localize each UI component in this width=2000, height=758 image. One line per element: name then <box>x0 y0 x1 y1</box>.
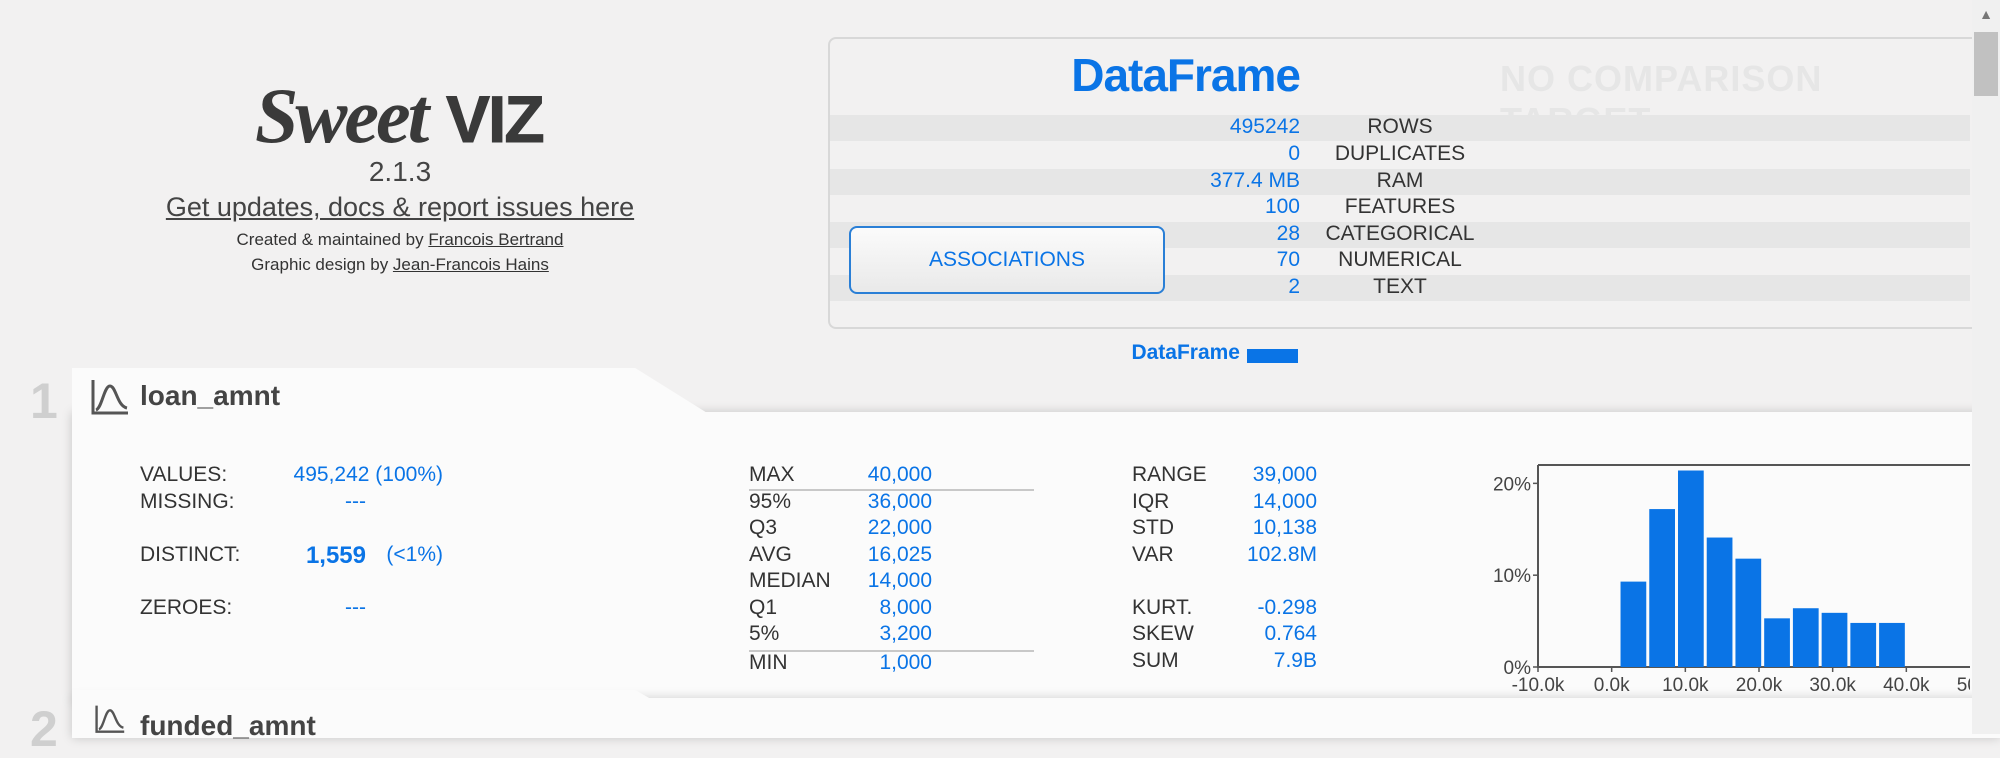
ram-value: 377.4 MB <box>1210 169 1300 192</box>
q1-value: 8,000 <box>879 596 932 619</box>
categorical-label: CATEGORICAL <box>1325 222 1475 245</box>
rows-value: 495242 <box>1229 115 1300 138</box>
legend-label: DataFrame <box>1131 341 1240 364</box>
feature-index: 1 <box>30 373 58 429</box>
iqr-value: 14,000 <box>1252 490 1317 513</box>
author-link[interactable]: Francois Bertrand <box>428 230 563 249</box>
x-tick-label: 50.0k <box>1957 675 1970 696</box>
std-label: STD <box>1132 516 1174 539</box>
min-label: MIN <box>749 651 788 674</box>
ram-label: RAM <box>1376 169 1424 192</box>
features-value: 100 <box>1264 195 1300 218</box>
x-tick-label: 10.0k <box>1662 675 1709 696</box>
zeroes-value: --- <box>345 596 366 619</box>
duplicates-value: 0 <box>1288 142 1300 165</box>
var-value: 102.8M <box>1246 543 1317 566</box>
sum-value: 7.9B <box>1273 649 1317 672</box>
rows-label: ROWS <box>1367 115 1433 138</box>
histogram-bar <box>1649 509 1675 667</box>
median-value: 14,000 <box>867 569 932 592</box>
missing-label: MISSING: <box>140 490 235 513</box>
histogram-bar <box>1821 612 1848 667</box>
scrollbar-track[interactable] <box>1972 0 2000 734</box>
q3-label: Q3 <box>749 516 778 539</box>
design-by-prefix: Graphic design by <box>251 255 393 274</box>
svg-text:Sweet: Sweet <box>255 72 432 159</box>
created-by-line: Created & maintained by Francois Bertran… <box>100 230 700 250</box>
x-tick-label: 20.0k <box>1736 675 1783 696</box>
kurt-label: KURT. <box>1132 596 1193 619</box>
dataframe-title: DataFrame <box>1071 49 1301 101</box>
scroll-up-arrow-icon[interactable]: ▲ <box>1976 6 1996 26</box>
designer-link[interactable]: Jean-Francois Hains <box>393 255 549 274</box>
x-tick-label: 30.0k <box>1809 675 1856 696</box>
histogram-bar <box>1706 537 1733 667</box>
feature-name: loan_amnt <box>140 380 281 411</box>
x-tick-label: 40.0k <box>1883 675 1930 696</box>
iqr-label: IQR <box>1132 490 1170 513</box>
values-label: VALUES: <box>140 463 228 486</box>
x-tick-label: 0.0k <box>1594 675 1630 696</box>
feature-index: 2 <box>30 701 58 757</box>
skew-value: 0.764 <box>1264 622 1317 645</box>
avg-value: 16,025 <box>867 543 932 566</box>
sweetviz-logo: Sweet VIZ <box>255 72 546 159</box>
duplicates-label: DUPLICATES <box>1334 142 1466 165</box>
distinct-pct: (<1%) <box>386 543 443 566</box>
q1-label: Q1 <box>749 596 778 619</box>
histogram-bar <box>1677 470 1704 667</box>
associations-button[interactable]: ASSOCIATIONS <box>849 226 1165 294</box>
range-label: RANGE <box>1132 463 1207 486</box>
svg-text:VIZ: VIZ <box>446 82 543 156</box>
p95-label: 95% <box>749 490 792 513</box>
distinct-label: DISTINCT: <box>140 543 241 566</box>
skew-label: SKEW <box>1132 622 1194 645</box>
kurt-value: -0.298 <box>1257 596 1317 619</box>
distribution-icon <box>91 380 128 415</box>
sum-label: SUM <box>1132 649 1179 672</box>
design-by-line: Graphic design by Jean-Francois Hains <box>100 255 700 275</box>
range-value: 39,000 <box>1252 463 1317 486</box>
var-label: VAR <box>1132 543 1174 566</box>
features-label: FEATURES <box>1344 195 1456 218</box>
y-tick-label: 10% <box>1493 566 1531 587</box>
avg-label: AVG <box>749 543 792 566</box>
histogram-chart: 0%10%20%-10.0k0.0k10.0k20.0k30.0k40.0k50… <box>1493 464 1970 696</box>
histogram-bar <box>1850 622 1877 667</box>
histogram-bar <box>1620 581 1647 667</box>
p5-label: 5% <box>749 622 780 645</box>
y-tick-label: 20% <box>1493 474 1531 495</box>
max-value: 40,000 <box>867 463 932 486</box>
p5-value: 3,200 <box>879 622 932 645</box>
numerical-label: NUMERICAL <box>1338 248 1462 271</box>
distribution-icon <box>95 705 125 733</box>
p95-value: 36,000 <box>867 490 932 513</box>
distinct-value: 1,559 <box>305 542 366 569</box>
histogram-bar <box>1735 558 1762 667</box>
histogram-bar <box>1879 622 1905 667</box>
created-by-prefix: Created & maintained by <box>236 230 429 249</box>
version-label: 2.1.3 <box>368 156 432 187</box>
zeroes-label: ZEROES: <box>140 596 233 619</box>
x-tick-label: -10.0k <box>1512 675 1565 696</box>
histogram-bar <box>1792 608 1819 667</box>
values-value: 495,242 (100%) <box>293 463 443 486</box>
std-value: 10,138 <box>1252 516 1317 539</box>
max-label: MAX <box>749 463 795 486</box>
scrollbar-thumb[interactable] <box>1974 32 1998 96</box>
median-label: MEDIAN <box>749 569 831 592</box>
legend-swatch <box>1247 349 1298 363</box>
updates-link[interactable]: Get updates, docs & report issues here <box>100 192 700 223</box>
feature-name: funded_amnt <box>140 710 316 741</box>
q3-value: 22,000 <box>867 516 932 539</box>
text-label: TEXT <box>1373 275 1427 298</box>
missing-value: --- <box>345 490 366 513</box>
histogram-bar <box>1764 618 1790 667</box>
min-value: 1,000 <box>879 651 932 674</box>
